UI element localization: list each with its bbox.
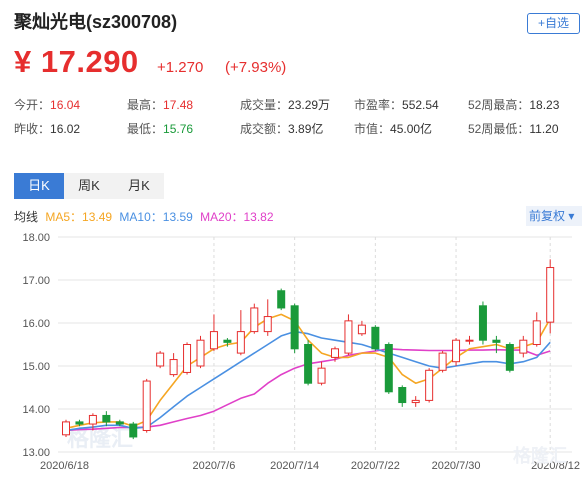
stock-title: 聚灿光电(sz300708) — [14, 12, 178, 32]
price-change: +1.270 — [157, 59, 204, 76]
candle-body — [75, 421, 84, 425]
current-price: ¥ 17.290 — [14, 44, 139, 79]
stat-prev-close: 昨收：16.02 — [14, 122, 81, 136]
stats-panel: 今开：16.04 最高：17.48 成交量：23.29万 市盈率：552.54 … — [14, 96, 584, 140]
candle-body — [546, 267, 555, 323]
candle-body — [519, 339, 528, 354]
ma-legend: 均线 MA5：13.49 MA10：13.59 MA20：13.82 — [14, 208, 278, 225]
candle-body — [304, 344, 313, 384]
stat-low: 最低：15.76 — [127, 122, 194, 136]
candle-body — [492, 339, 501, 343]
ma-label: 均线 — [14, 210, 39, 224]
candle-body — [384, 344, 393, 393]
ma20-legend: MA20：13.82 — [200, 210, 274, 224]
candle-body — [169, 359, 178, 376]
y-tick-label: 16.00 — [22, 318, 50, 330]
stat-52w-high: 52周最高：18.23 — [468, 98, 560, 112]
candle-body — [357, 324, 366, 335]
x-tick-label: 2020/7/14 — [270, 460, 319, 472]
ma5-legend: MA5：13.49 — [45, 210, 113, 224]
stat-open: 今开：16.04 — [14, 98, 81, 112]
watermark-text-2: 格隆汇 — [513, 445, 567, 467]
candle-body — [465, 339, 474, 342]
x-tick-label: 2020/6/18 — [40, 460, 89, 472]
candle-body — [183, 344, 192, 373]
candle-body — [88, 414, 97, 425]
candle-body — [196, 339, 205, 367]
candle-body — [263, 316, 272, 333]
candle-body — [532, 320, 541, 345]
candle-body — [129, 423, 138, 438]
candle-body — [411, 399, 420, 404]
candle-body — [250, 307, 259, 333]
candle-body — [478, 305, 487, 341]
stat-volume: 成交量：23.29万 — [240, 98, 331, 112]
candle-body — [505, 344, 514, 371]
tab-monthly-k[interactable]: 月K — [114, 173, 164, 199]
candle-body — [115, 421, 124, 425]
candle-body — [62, 421, 70, 436]
price-adjust-dropdown[interactable]: 前复权 ▾ — [526, 206, 582, 226]
candle-body — [425, 369, 434, 401]
candle-body — [371, 326, 380, 350]
stat-52w-low: 52周最低：11.20 — [468, 122, 559, 136]
candle-body — [398, 387, 407, 404]
candle-body — [223, 339, 232, 343]
stat-turnover: 成交额：3.89亿 — [240, 122, 324, 136]
candle-body — [156, 352, 165, 367]
candle-body — [102, 414, 111, 423]
ma10-legend: MA10：13.59 — [119, 210, 193, 224]
x-tick-label: 2020/7/22 — [351, 460, 400, 472]
candle-body — [438, 352, 447, 371]
kline-chart[interactable]: 18.00 17.00 16.00 15.00 14.00 13.00 2020/6/18 2… — [0, 226, 585, 479]
candle-body — [317, 367, 326, 384]
kline-chart-svg: 18.00 17.00 16.00 15.00 14.00 13.002020/6/18 2… — [22, 232, 580, 472]
candle-body — [290, 305, 299, 350]
tab-daily-k[interactable]: 日K — [14, 173, 64, 199]
y-tick-label: 18.00 — [22, 232, 50, 244]
y-tick-label: 14.00 — [22, 404, 50, 416]
y-tick-label: 17.00 — [22, 275, 50, 287]
stat-high: 最高：17.48 — [127, 98, 194, 112]
candle-body — [142, 380, 151, 432]
stat-pe: 市盈率：552.54 — [354, 98, 439, 112]
y-tick-label: 13.00 — [22, 447, 50, 459]
candle-body — [344, 320, 353, 354]
candle-body — [277, 290, 286, 309]
tab-weekly-k[interactable]: 周K — [64, 173, 114, 199]
candle-body — [331, 348, 339, 358]
period-tabs: 日K 周K 月K — [14, 173, 164, 199]
x-tick-label: 2020/7/30 — [432, 460, 481, 472]
x-tick-label: 2020/7/6 — [193, 460, 236, 472]
price-change-percent: (+7.93%) — [225, 59, 287, 76]
candle-body — [452, 339, 461, 363]
candle-body — [236, 331, 245, 354]
stat-market-cap: 市值：45.00亿 — [354, 122, 433, 136]
y-tick-label: 15.00 — [22, 361, 50, 373]
add-watchlist-button[interactable]: +自选 — [527, 13, 580, 34]
candle-body — [209, 331, 218, 350]
